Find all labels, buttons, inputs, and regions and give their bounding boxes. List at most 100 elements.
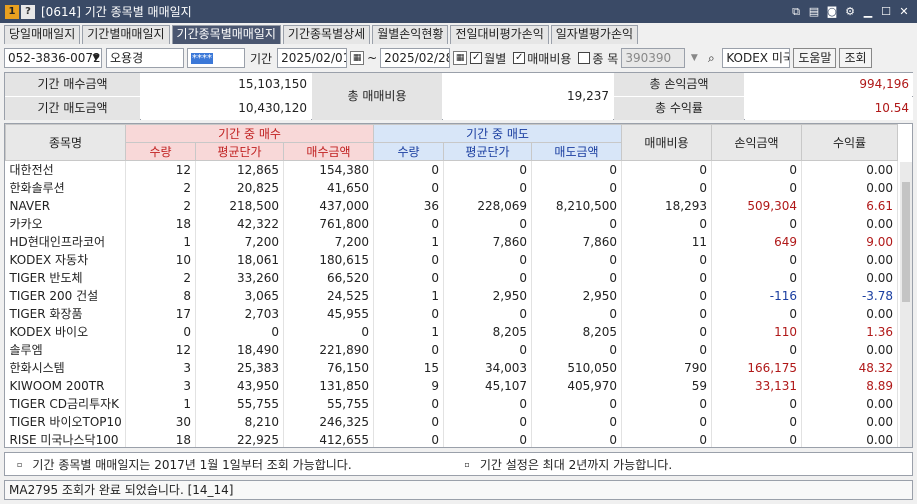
cell-sq: 0	[373, 394, 444, 413]
stock-name-field: KODEX 미국	[722, 48, 791, 68]
total-pl-value: 994,196	[745, 73, 913, 96]
scrollbar-thumb[interactable]	[902, 182, 910, 302]
date-to-input[interactable]: 2025/02/28	[380, 48, 451, 68]
table-row[interactable]: 한화시스템 3 25,383 76,150 15 34,003 510,050 790 166,…	[5, 358, 898, 377]
col-header-pl[interactable]: 손익금액	[711, 124, 802, 161]
cell-cost: 0	[621, 178, 712, 197]
cell-stock-name: 대한전선	[5, 160, 126, 179]
bullet-square-icon: ▫	[17, 459, 23, 469]
info-note-max-period: 기간 설정은 최대 2년까지 가능합니다.	[479, 457, 673, 472]
maximize-icon[interactable]: ☐	[879, 5, 893, 19]
tab-period-stock-detail[interactable]: 기간종목별상세	[282, 25, 371, 44]
search-icon[interactable]: ⌕	[703, 51, 719, 66]
table-row[interactable]: KODEX 자동차 10 18,061 180,615 0 0 0 0 0 0.00	[5, 250, 898, 269]
cell-stock-name: TIGER 반도체	[5, 268, 126, 287]
info-note-start-date: 기간 종목별 매매일지는 2017년 1월 1일부터 조회 가능합니다.	[32, 457, 352, 472]
table-row[interactable]: KODEX 바이오 0 0 0 1 8,205 8,205 0 110 1.36	[5, 322, 898, 341]
cell-cost: 0	[621, 430, 712, 447]
cell-sq: 0	[373, 304, 444, 323]
cell-ret: 0.00	[801, 304, 898, 323]
cell-pl: 0	[711, 430, 802, 447]
col-header-buy-amount[interactable]: 매수금액	[283, 142, 374, 161]
table-row[interactable]: 카카오 18 42,322 761,800 0 0 0 0 0 0.00	[5, 214, 898, 233]
col-header-buy-avg-price[interactable]: 평균단가	[195, 142, 284, 161]
col-header-buy-qty[interactable]: 수량	[125, 142, 196, 161]
cell-ret: 0.00	[801, 250, 898, 269]
trade-cost-checkbox[interactable]: ✓ 매매비용	[513, 50, 571, 67]
cell-stock-name: 카카오	[5, 214, 126, 233]
buy-amount-label: 기간 매수금액	[5, 73, 140, 96]
table-row[interactable]: 대한전선 12 12,865 154,380 0 0 0 0 0 0.00	[5, 160, 898, 179]
table-row[interactable]: TIGER 화장품 17 2,703 45,955 0 0 0 0 0 0.00	[5, 304, 898, 323]
document-icon[interactable]: ▤	[807, 5, 821, 19]
stock-journal-table: 종목명 기간 중 매수 기간 중 매도 매매비용 손익금액 수익률 수량 평균단…	[5, 124, 898, 447]
tab-monthly-pl[interactable]: 월별손익현황	[372, 25, 449, 44]
link-icon[interactable]: ⧉	[789, 5, 803, 19]
cell-bp: 33,260	[195, 268, 284, 287]
col-header-cost[interactable]: 매매비용	[621, 124, 712, 161]
col-header-name[interactable]: 종목명	[5, 124, 126, 161]
gear-icon[interactable]: ⚙	[843, 5, 857, 19]
calendar-icon[interactable]: ▦	[350, 51, 365, 65]
col-header-sell-avg-price[interactable]: 평균단가	[443, 142, 532, 161]
bullet-square-icon: ▫	[464, 459, 470, 469]
table-row[interactable]: TIGER 200 건설 8 3,065 24,525 1 2,950 2,950 0 -116…	[5, 286, 898, 305]
tab-daily-journal[interactable]: 당일매매일지	[4, 25, 81, 44]
window-number-badge[interactable]: 1	[5, 4, 19, 19]
cell-sp: 0	[443, 268, 532, 287]
cell-sp: 228,069	[443, 196, 532, 215]
table-row[interactable]: KIWOOM 200TR 3 43,950 131,850 9 45,107 405,970…	[5, 376, 898, 395]
cell-cost: 0	[621, 304, 712, 323]
password-input[interactable]: ****	[187, 48, 245, 68]
calendar-icon[interactable]: ▦	[453, 51, 468, 65]
tab-bar: 당일매매일지 기간별매매일지 기간종목별매매일지 기간종목별상세 월별손익현황 …	[4, 25, 640, 44]
tab-period-journal[interactable]: 기간별매매일지	[82, 25, 170, 44]
chevron-down-icon[interactable]: ▼	[89, 53, 103, 63]
tab-period-stock-journal[interactable]: 기간종목별매매일지	[171, 25, 281, 44]
table-row[interactable]: RISE 미국나스닥100 18 22,925 412,655 0 0 0 0 0 0.00	[5, 430, 898, 447]
chevron-down-icon[interactable]: ▼	[688, 53, 700, 63]
cell-sq: 0	[373, 178, 444, 197]
vertical-scrollbar[interactable]	[900, 162, 912, 447]
col-header-sell-qty[interactable]: 수량	[373, 142, 444, 161]
cell-ba: 24,525	[283, 286, 374, 305]
table-row[interactable]: NAVER 2 218,500 437,000 36 228,069 8,210,500 18…	[5, 196, 898, 215]
cell-ret: 0.00	[801, 412, 898, 431]
help-badge[interactable]: ?	[21, 4, 35, 19]
cell-ba: 0	[283, 322, 374, 341]
stock-label: 종 목	[592, 51, 619, 66]
table-row[interactable]: 한화솔루션 2 20,825 41,650 0 0 0 0 0 0.00	[5, 178, 898, 197]
cell-bq: 3	[125, 376, 196, 395]
col-header-sell-amount[interactable]: 매도금액	[531, 142, 622, 161]
tab-prev-day-valuation[interactable]: 전일대비평가손익	[450, 25, 549, 44]
monthly-label: 월별	[484, 51, 507, 66]
cell-sa: 0	[531, 412, 622, 431]
check-icon: ✓	[513, 52, 526, 64]
total-cost-value: 19,237	[443, 73, 613, 120]
camera-icon[interactable]: ◙	[825, 5, 839, 19]
tab-daily-valuation[interactable]: 일자별평가손익	[550, 25, 639, 44]
table-row[interactable]: TIGER 반도체 2 33,260 66,520 0 0 0 0 0 0.00	[5, 268, 898, 287]
table-row[interactable]: HD현대인프라코어 1 7,200 7,200 1 7,860 7,860 11 649 9.00	[5, 232, 898, 251]
table-row[interactable]: TIGER 바이오TOP10 30 8,210 246,325 0 0 0 0 0 0.00	[5, 412, 898, 431]
cell-ba: 55,755	[283, 394, 374, 413]
search-button[interactable]: 조회	[839, 48, 872, 68]
cell-sp: 7,860	[443, 232, 532, 251]
table-row[interactable]: 솔루엠 12 18,490 221,890 0 0 0 0 0 0.00	[5, 340, 898, 359]
monthly-checkbox[interactable]: ✓ 월별	[470, 50, 506, 67]
col-header-return[interactable]: 수익률	[801, 124, 898, 161]
cell-sq: 9	[373, 376, 444, 395]
stock-code-input[interactable]: 390390	[621, 48, 686, 68]
help-button[interactable]: 도움말	[793, 48, 837, 68]
cell-pl: 0	[711, 160, 802, 179]
table-row[interactable]: TIGER CD금리투자K 1 55,755 55,755 0 0 0 0 0 0.00	[5, 394, 898, 413]
date-from-input[interactable]: 2025/02/01	[277, 48, 348, 68]
cell-sp: 0	[443, 394, 532, 413]
stock-filter-checkbox[interactable]: 종 목	[578, 50, 618, 67]
close-icon[interactable]: ✕	[897, 5, 911, 19]
cell-sa: 0	[531, 304, 622, 323]
cell-cost: 11	[621, 232, 712, 251]
cell-sp: 34,003	[443, 358, 532, 377]
minimize-icon[interactable]: ▁	[861, 5, 875, 19]
account-select[interactable]: 052-3836-0072-0	[4, 48, 102, 68]
